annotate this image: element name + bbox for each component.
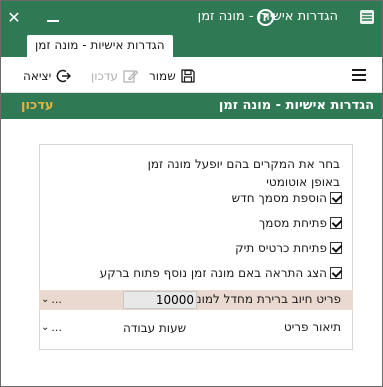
close-icon: ✕	[7, 7, 21, 27]
title-bar: ✕ ? הגדרות אישיות - מונה זמן	[1, 1, 382, 33]
checkbox-icon[interactable]	[330, 192, 342, 204]
checkbox-icon[interactable]	[330, 267, 342, 279]
minimize-button[interactable]	[41, 5, 65, 29]
checkbox-open-document[interactable]: פתיחת מסמך	[259, 216, 342, 230]
item-description-value[interactable]: שעות עבודה	[123, 319, 211, 337]
item-description-lookup-button[interactable]: ⌄ ...	[41, 319, 81, 337]
toolbar: יציאה עדכון שמור	[1, 57, 382, 93]
edit-button[interactable]: עדכון	[91, 66, 138, 86]
default-item-lookup-button[interactable]: ⌄ ...	[41, 291, 81, 309]
default-item-row: פריט חיוב ברירת מחדל למונה זמן ⌄ ...	[39, 290, 353, 310]
default-item-input[interactable]	[123, 291, 197, 309]
save-button[interactable]: שמור	[149, 66, 196, 86]
tab-time-counter-settings[interactable]: הגדרות אישיות - מונה זמן	[27, 35, 173, 57]
close-button[interactable]: ✕	[2, 5, 26, 29]
edit-icon	[123, 70, 138, 83]
checkbox-label: הצג התראה באם מונה זמן נוסף פתוח ברקע	[99, 266, 327, 280]
checkbox-icon[interactable]	[330, 242, 342, 254]
hamburger-icon	[352, 69, 366, 71]
description-text: בחר את המקרים בהם יופעל מונה זמן באופן א…	[147, 157, 340, 189]
app-logo-icon	[360, 10, 374, 24]
save-icon	[181, 69, 195, 83]
tab-strip: הגדרות אישיות - מונה זמן	[1, 33, 382, 57]
save-label: שמור	[149, 69, 176, 83]
item-description-row: תיאור פריט שעות עבודה ⌄ ...	[39, 318, 353, 338]
update-link[interactable]: עדכון	[21, 98, 54, 113]
checkbox-label: פתיחת כרטיס תיק	[235, 241, 327, 255]
checkbox-icon[interactable]	[330, 217, 342, 229]
checkbox-show-alert[interactable]: הצג התראה באם מונה זמן נוסף פתוח ברקע	[100, 266, 342, 280]
page-header: הגדרות אישיות - מונה זמן עדכון	[1, 93, 382, 119]
settings-window: ✕ ? הגדרות אישיות - מונה זמן הגדרות אישי…	[0, 0, 383, 387]
chevron-down-icon: ⌄	[41, 294, 50, 305]
page-title: הגדרות אישיות - מונה זמן	[218, 98, 374, 113]
chevron-down-icon: ⌄	[41, 322, 50, 333]
checkbox-new-document[interactable]: הוספת מסמך חדש	[232, 191, 342, 205]
minimize-icon	[47, 20, 59, 22]
item-description-label: תיאור פריט	[283, 320, 341, 334]
exit-button[interactable]: יציאה	[23, 66, 72, 86]
checkbox-label: הוספת מסמך חדש	[231, 191, 327, 205]
edit-label: עדכון	[91, 69, 118, 83]
checkbox-label: פתיחת מסמך	[258, 216, 327, 230]
exit-icon	[57, 69, 72, 83]
checkbox-open-case-card[interactable]: פתיחת כרטיס תיק	[235, 241, 342, 255]
window-title: הגדרות אישיות - מונה זמן	[197, 9, 338, 24]
hamburger-menu-button[interactable]	[352, 69, 366, 81]
exit-label: יציאה	[23, 69, 52, 83]
